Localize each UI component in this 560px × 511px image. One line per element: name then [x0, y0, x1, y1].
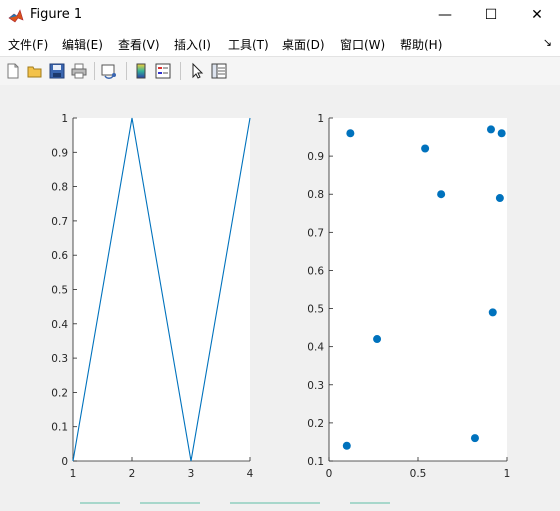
scatter-point: [486, 125, 495, 134]
y-tick-label: 1: [317, 113, 324, 125]
toolbar: [0, 56, 560, 86]
maximize-button[interactable]: ☐: [468, 0, 514, 31]
y-tick-label: 0.2: [307, 418, 324, 430]
print-icon[interactable]: [70, 62, 88, 80]
y-tick-label: 0.8: [51, 182, 68, 194]
link-plot-icon[interactable]: [100, 62, 118, 80]
toolbar-separator: [94, 62, 95, 80]
y-tick-label: 1: [61, 113, 68, 125]
menu-edit[interactable]: 编辑(E): [62, 36, 103, 53]
property-editor-icon[interactable]: [210, 62, 228, 80]
plot-area: [329, 118, 507, 461]
scatter-point: [488, 308, 497, 317]
y-tick-label: 0.2: [51, 387, 68, 399]
y-tick-label: 0.9: [307, 151, 324, 163]
y-tick-label: 0.3: [51, 353, 68, 365]
y-tick-label: 0.5: [51, 285, 68, 297]
scatter-point: [437, 190, 446, 199]
y-tick-label: 0: [61, 456, 68, 468]
y-tick-label: 0.1: [307, 456, 324, 468]
menu-view[interactable]: 查看(V): [118, 36, 160, 53]
x-tick-label: 4: [247, 468, 254, 480]
y-tick-label: 0.4: [51, 319, 68, 331]
minimize-button[interactable]: —: [422, 0, 468, 31]
y-tick-label: 0.6: [51, 250, 68, 262]
figure-plots[interactable]: 00.10.20.30.40.50.60.70.80.911 2 3 40.10.20…: [0, 85, 560, 507]
insert-colorbar-icon[interactable]: [132, 62, 150, 80]
scatter-point: [470, 434, 479, 443]
window-title: Figure 1: [30, 7, 83, 22]
open-file-icon[interactable]: [26, 62, 44, 80]
x-tick-label: 3: [188, 468, 195, 480]
toolbar-separator: [180, 62, 181, 80]
pointer-icon[interactable]: [188, 62, 206, 80]
menu-overflow-icon[interactable]: ↘: [543, 36, 552, 49]
title-bar: Figure 1 — ☐ ✕: [0, 0, 560, 31]
scatter-point: [342, 441, 351, 450]
y-tick-label: 0.9: [51, 147, 68, 159]
y-tick-label: 0.6: [307, 265, 324, 277]
y-tick-label: 0.7: [51, 216, 68, 228]
menu-window[interactable]: 窗口(W): [340, 36, 385, 53]
menu-insert[interactable]: 插入(I): [174, 36, 211, 53]
menu-desktop[interactable]: 桌面(D): [282, 36, 325, 53]
y-tick-label: 0.1: [51, 422, 68, 434]
menu-help[interactable]: 帮助(H): [400, 36, 442, 53]
scatter-point: [495, 194, 504, 203]
y-tick-label: 0.3: [307, 380, 324, 392]
scatter-point: [346, 129, 355, 138]
matlab-logo-icon: [8, 9, 24, 23]
save-icon[interactable]: [48, 62, 66, 80]
close-button[interactable]: ✕: [514, 0, 560, 31]
x-tick-label: 0.5: [410, 468, 427, 480]
menu-file[interactable]: 文件(F): [8, 36, 48, 53]
new-figure-icon[interactable]: [4, 62, 22, 80]
x-tick-label: 2: [129, 468, 136, 480]
x-tick-label: 0: [326, 468, 333, 480]
menu-tools[interactable]: 工具(T): [228, 36, 269, 53]
status-strip: [80, 502, 390, 504]
x-tick-label: 1: [70, 468, 77, 480]
figure-canvas: 0 0.1 0.2 0.3 0.4 0.5 0.6 0.7 0.8 0.9 1 1 2 3 4 0.1 0.2 0…: [0, 85, 560, 507]
x-tick-label: 1: [504, 468, 511, 480]
scatter-point: [497, 129, 506, 138]
y-tick-label: 0.8: [307, 189, 324, 201]
y-tick-label: 0.5: [307, 304, 324, 316]
menu-bar: 文件(F) 编辑(E) 查看(V) 插入(I) 工具(T) 桌面(D) 窗口(W…: [0, 31, 560, 56]
y-tick-label: 0.4: [307, 342, 324, 354]
insert-legend-icon[interactable]: [154, 62, 172, 80]
scatter-point: [421, 144, 430, 153]
scatter-point: [373, 335, 382, 344]
toolbar-separator: [126, 62, 127, 80]
y-tick-label: 0.7: [307, 227, 324, 239]
